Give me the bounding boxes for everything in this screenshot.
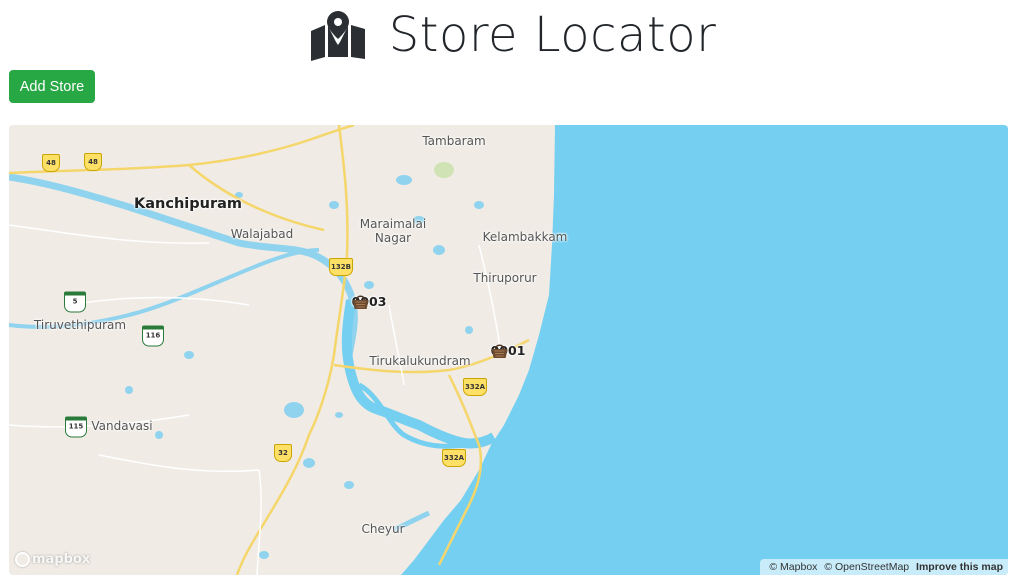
route-shield-48: 48 <box>42 154 60 172</box>
place-thiruporur: Thiruporur <box>473 271 537 285</box>
page-title: Store Locator <box>388 7 717 63</box>
minor-roads <box>9 224 502 575</box>
backwater-2 <box>357 382 480 449</box>
place-maraimalai-nagar: Maraimalai Nagar <box>359 217 427 245</box>
add-store-button[interactable]: Add Store <box>9 70 95 103</box>
attribution-osm-link[interactable]: © OpenStreetMap <box>824 561 909 573</box>
map-marker-icon <box>310 11 365 61</box>
route-shield-116: 116 <box>142 325 164 347</box>
river-south <box>9 248 320 329</box>
route-shield-115: 115 <box>65 416 87 438</box>
mapbox-icon <box>15 552 30 567</box>
route-shield-132b: 132B <box>329 258 353 276</box>
place-tirukalukundram: Tirukalukundram <box>369 354 471 368</box>
place-tiruvethipuram: Tiruvethipuram <box>33 318 127 332</box>
attribution-mapbox-link[interactable]: © Mapbox <box>769 561 817 573</box>
store-marker-0003[interactable]: 0003 <box>352 293 386 309</box>
store-marker-0001[interactable]: 0001 <box>491 342 525 358</box>
route-shield-5: 5 <box>64 291 86 313</box>
place-kelambakkam: Kelambakkam <box>482 230 568 244</box>
place-vandavasi: Vandavasi <box>91 419 153 433</box>
basket-icon <box>491 344 508 358</box>
forest-patch <box>434 162 454 178</box>
place-kanchipuram: Kanchipuram <box>134 196 242 212</box>
store-map[interactable]: Tambaram Kanchipuram Walajabad Maraimala… <box>9 125 1008 575</box>
place-cheyur: Cheyur <box>361 522 405 536</box>
place-tambaram: Tambaram <box>422 134 486 148</box>
place-walajabad: Walajabad <box>230 227 294 241</box>
route-shield-48: 48 <box>84 153 102 171</box>
route-shield-332a: 332A <box>442 449 466 467</box>
page-header: Store Locator <box>0 4 1025 66</box>
map-attribution: © Mapbox © OpenStreetMap Improve this ma… <box>760 559 1008 575</box>
route-shield-32: 32 <box>274 444 292 462</box>
basket-icon <box>352 295 369 309</box>
mapbox-logo[interactable]: mapbox <box>15 552 90 567</box>
mapbox-logo-text: mapbox <box>32 552 91 567</box>
route-shield-332a: 332A <box>463 378 487 396</box>
improve-map-link[interactable]: Improve this map <box>916 561 1003 573</box>
